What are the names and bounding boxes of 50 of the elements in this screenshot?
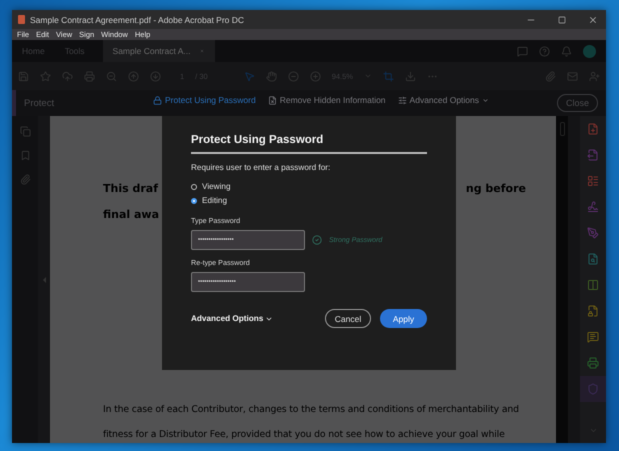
file-icon — [268, 96, 277, 104]
pointer-icon[interactable] — [244, 70, 255, 82]
pages-icon[interactable] — [20, 126, 30, 137]
zoom-out-icon[interactable] — [106, 70, 117, 82]
check-icon — [312, 235, 322, 245]
protect-action[interactable]: Protect Using Password — [150, 95, 259, 105]
heading-text: This draf — [103, 182, 158, 197]
heading-text: ng before — [466, 182, 526, 197]
caret-icon — [482, 96, 490, 104]
upload-icon[interactable] — [62, 70, 73, 82]
scroll-thumb[interactable] — [560, 122, 564, 136]
star-icon[interactable] — [40, 70, 51, 82]
zoom-minus-icon[interactable] — [288, 70, 299, 82]
printer-icon[interactable] — [84, 70, 95, 82]
apply-button[interactable]: Apply — [380, 309, 427, 328]
hand-icon[interactable] — [266, 70, 277, 82]
radio-option[interactable]: Viewing — [191, 182, 427, 191]
cancel-button[interactable]: Cancel — [325, 309, 371, 328]
heading-text: final awa — [103, 208, 160, 223]
zoom-plus-icon[interactable] — [310, 70, 321, 82]
paragraph-line: In the case of each Contributor, changes to the terms and conditions of merchantability and — [103, 404, 520, 415]
sliders-icon — [398, 96, 407, 104]
mail-icon[interactable] — [567, 70, 578, 82]
radio-option[interactable]: Editing — [191, 196, 427, 205]
protect-action[interactable]: Remove Hidden Information — [264, 95, 389, 105]
tool-button[interactable] — [580, 376, 606, 402]
paragraph-line: fitness for a Distributor Fee, provided that you do not see how to achieve your goal while — [103, 429, 506, 440]
lock-icon — [153, 96, 162, 104]
protect-action[interactable]: Advanced Options — [394, 95, 492, 105]
caret-icon[interactable] — [364, 72, 372, 80]
share-user-icon[interactable] — [589, 70, 600, 82]
close-icon — [588, 14, 598, 24]
window-title: Sample Contract Agreement.pdf - Adobe Acrobat Pro DC — [30, 14, 246, 24]
attachment-icon[interactable] — [20, 174, 30, 185]
radio-icon[interactable] — [191, 184, 197, 190]
avatar[interactable] — [583, 44, 596, 58]
comment-icon[interactable] — [517, 46, 528, 56]
protect-title: Protect — [24, 98, 56, 108]
page-down-icon[interactable] — [150, 70, 161, 82]
help-icon[interactable] — [539, 46, 550, 56]
bell-icon[interactable] — [561, 46, 572, 56]
advanced-options-button[interactable]: Advanced Options — [191, 314, 274, 323]
page-up-icon[interactable] — [128, 70, 139, 82]
dialog-title: Protect Using Password — [191, 134, 427, 154]
dialog-prompt: Requires user to enter a password for: — [191, 163, 332, 172]
pdf-app-icon — [18, 15, 25, 24]
save-icon[interactable] — [18, 70, 29, 82]
bookmark-icon[interactable] — [20, 150, 30, 161]
maximize-icon — [558, 16, 566, 24]
radio-icon[interactable] — [191, 198, 197, 204]
